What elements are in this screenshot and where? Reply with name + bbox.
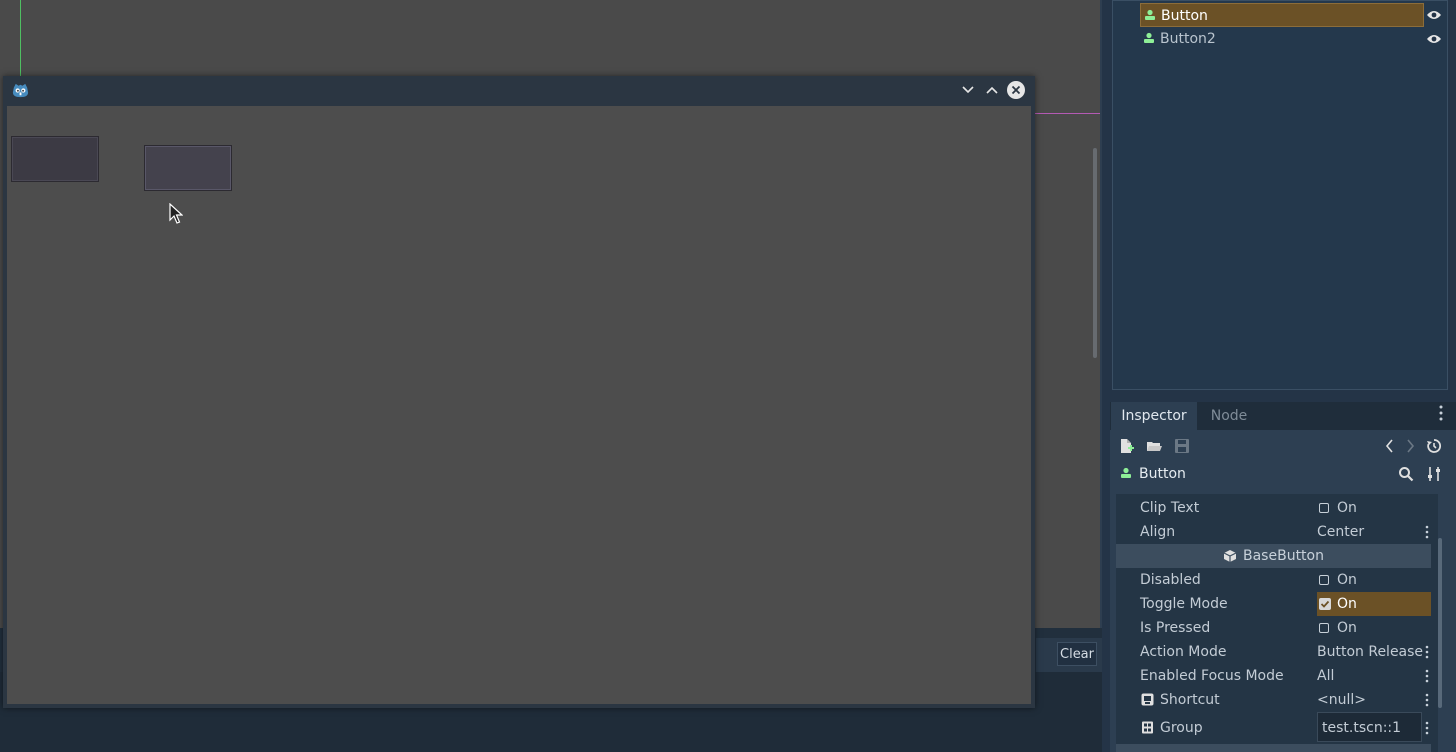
chevron-right-icon[interactable] <box>1402 438 1418 454</box>
game-button-1[interactable] <box>11 136 99 182</box>
new-resource-icon[interactable] <box>1118 438 1134 454</box>
clear-button[interactable]: Clear <box>1057 642 1097 666</box>
chevron-down-icon[interactable] <box>960 82 976 98</box>
viewport-guide-horizontal <box>1034 113 1100 114</box>
toggle-mode-checkbox[interactable] <box>1319 598 1331 610</box>
prop-value-shortcut[interactable]: <null> <box>1317 688 1366 712</box>
prop-label-is-pressed: Is Pressed <box>1140 620 1211 636</box>
prop-label-enabled-focus-mode: Enabled Focus Mode <box>1140 668 1284 684</box>
scene-tree-item-button[interactable]: Button <box>1140 3 1424 27</box>
chevron-up-icon[interactable] <box>984 82 1000 98</box>
button-node-icon <box>1144 32 1154 43</box>
properties-scrollbar[interactable] <box>1438 538 1442 708</box>
prop-value-align[interactable]: Center <box>1317 520 1364 544</box>
viewport-scrollbar[interactable] <box>1093 148 1097 358</box>
viewport-guide-vertical <box>20 0 21 80</box>
prop-value-enabled-focus-mode[interactable]: All <box>1317 664 1334 688</box>
kebab-menu-icon[interactable] <box>1425 669 1429 683</box>
kebab-menu-icon[interactable] <box>1425 645 1429 659</box>
kebab-menu-icon[interactable] <box>1425 721 1429 735</box>
shortcut-icon <box>1141 693 1154 706</box>
save-icon[interactable] <box>1174 438 1190 454</box>
game-button-2[interactable] <box>144 145 232 191</box>
tab-node[interactable]: Node <box>1198 402 1260 430</box>
game-viewport[interactable] <box>7 106 1031 704</box>
kebab-menu-icon[interactable] <box>1436 404 1446 422</box>
scene-tree-item-button2[interactable]: Button2 <box>1140 27 1448 51</box>
prop-value-clip-text[interactable]: On <box>1337 496 1357 520</box>
tools-icon[interactable] <box>1426 466 1442 482</box>
close-icon[interactable] <box>1007 81 1025 99</box>
prop-label-group: Group <box>1160 720 1203 736</box>
kebab-menu-icon[interactable] <box>1425 525 1429 539</box>
mouse-cursor-icon <box>169 203 183 224</box>
clip-text-checkbox[interactable] <box>1319 503 1329 513</box>
prop-label-shortcut: Shortcut <box>1160 692 1220 708</box>
is-pressed-checkbox[interactable] <box>1319 623 1329 633</box>
prop-value-is-pressed[interactable]: On <box>1337 616 1357 640</box>
class-box-icon <box>1223 550 1237 562</box>
visibility-eye-icon[interactable] <box>1426 33 1442 45</box>
section-header-basebutton[interactable]: BaseButton <box>1116 544 1431 568</box>
section-title: BaseButton <box>1243 548 1324 564</box>
chevron-left-icon[interactable] <box>1382 438 1398 454</box>
button-node-icon <box>1121 467 1131 478</box>
prop-value-action-mode[interactable]: Button Release <box>1317 640 1423 664</box>
toggle-mode-highlight <box>1317 592 1431 616</box>
game-window[interactable] <box>3 76 1035 708</box>
prop-label-disabled: Disabled <box>1140 572 1201 588</box>
section-header-control[interactable] <box>1116 744 1431 752</box>
prop-label-clip-text: Clip Text <box>1140 500 1200 516</box>
game-window-titlebar[interactable] <box>3 76 1035 104</box>
scene-tree-panel[interactable] <box>1112 0 1448 390</box>
scene-tree-item-label: Button2 <box>1160 31 1216 47</box>
godot-logo-icon <box>12 83 29 98</box>
tab-inspector[interactable]: Inspector <box>1111 402 1197 430</box>
prop-value-toggle-mode[interactable]: On <box>1337 592 1357 616</box>
visibility-eye-icon[interactable] <box>1426 9 1442 21</box>
kebab-menu-icon[interactable] <box>1425 693 1429 707</box>
prop-label-action-mode: Action Mode <box>1140 644 1227 660</box>
button-node-icon <box>1145 9 1155 20</box>
open-folder-icon[interactable] <box>1146 438 1162 454</box>
search-icon[interactable] <box>1398 466 1414 482</box>
prop-label-align: Align <box>1140 524 1176 540</box>
prop-value-group[interactable]: test.tscn::1 <box>1322 716 1401 740</box>
history-icon[interactable] <box>1426 438 1442 454</box>
inspected-object-name: Button <box>1139 466 1186 482</box>
scene-tree-item-label: Button <box>1161 8 1208 24</box>
disabled-checkbox[interactable] <box>1319 575 1329 585</box>
prop-label-toggle-mode: Toggle Mode <box>1140 596 1228 612</box>
prop-value-disabled[interactable]: On <box>1337 568 1357 592</box>
button-group-icon <box>1142 721 1153 734</box>
